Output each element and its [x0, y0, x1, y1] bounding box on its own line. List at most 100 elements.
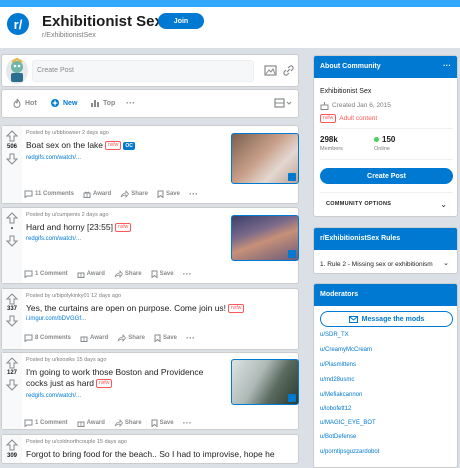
- community-options[interactable]: COMMUNITY OPTIONS: [326, 201, 391, 207]
- comments-button[interactable]: 11 Comments: [24, 190, 74, 198]
- moderator-link[interactable]: u/md28usmc: [320, 377, 354, 383]
- moderator-link[interactable]: u/BotDefense: [320, 434, 356, 440]
- post-card[interactable]: 127 Posted by u/koosiks 15 days ago I'm …: [1, 352, 299, 430]
- share-button[interactable]: Share: [114, 270, 142, 278]
- more-options[interactable]: ···: [189, 189, 198, 199]
- post-title-text[interactable]: Boat sex on the lake: [26, 140, 103, 150]
- upvote-icon[interactable]: [6, 439, 18, 451]
- post-card[interactable]: • Posted by u/cumpenis 2 days ago Hard a…: [1, 207, 299, 284]
- layout-switcher[interactable]: [274, 98, 292, 108]
- rule-item[interactable]: 1. Rule 2 - Missing sex or exhibitionism: [320, 261, 433, 268]
- comments-label: 8 Comments: [35, 335, 72, 341]
- moderator-link[interactable]: u/CreamyMcCream: [320, 347, 372, 353]
- sort-hot[interactable]: Hot: [12, 98, 37, 108]
- post-thumbnail[interactable]: [231, 359, 299, 405]
- award-button[interactable]: Award: [77, 419, 105, 427]
- upvote-icon[interactable]: [6, 212, 18, 224]
- nsfw-tag: nsfw: [228, 304, 245, 314]
- more-options[interactable]: ···: [183, 418, 192, 428]
- downvote-icon[interactable]: [6, 235, 18, 247]
- create-post-input[interactable]: Create Post: [32, 60, 254, 82]
- award-label: Award: [86, 271, 105, 277]
- more-options[interactable]: ···: [183, 269, 192, 279]
- upvote-icon[interactable]: [6, 357, 18, 369]
- link-icon[interactable]: [282, 64, 295, 77]
- downvote-icon[interactable]: [6, 153, 18, 165]
- post-title[interactable]: I'm going to work those Boston and Provi…: [26, 367, 221, 389]
- post-title-text[interactable]: Forgot to bring food for the beach.. So …: [26, 449, 275, 459]
- sort-new-label: New: [63, 99, 78, 107]
- moderator-link[interactable]: u/porntipsguzzardobot: [320, 449, 379, 455]
- comments-button[interactable]: 8 Comments: [24, 334, 71, 342]
- bookmark-icon: [151, 419, 158, 427]
- award-button[interactable]: Award: [77, 270, 105, 278]
- chevron-down-icon[interactable]: ⌄: [443, 259, 449, 267]
- post-title-text[interactable]: I'm going to work those Boston and Provi…: [26, 367, 203, 388]
- share-button[interactable]: Share: [114, 419, 142, 427]
- award-button[interactable]: Award: [83, 190, 111, 198]
- post-meta[interactable]: Posted by u/cumpenis 2 days ago: [26, 212, 109, 218]
- create-post-bar: Create Post: [1, 54, 299, 87]
- post-title[interactable]: Forgot to bring food for the beach.. So …: [26, 449, 275, 460]
- downvote-icon[interactable]: [6, 379, 18, 391]
- sidebar-create-post-button[interactable]: Create Post: [320, 168, 453, 184]
- user-avatar[interactable]: [6, 58, 28, 84]
- save-button[interactable]: Save: [151, 270, 174, 278]
- post-card[interactable]: 506 Posted by u/bbbowser 2 days ago Boat…: [1, 125, 299, 204]
- save-button[interactable]: Save: [154, 334, 177, 342]
- save-button[interactable]: Save: [157, 190, 180, 198]
- post-title-text[interactable]: Hard and horny [23:55]: [26, 222, 113, 232]
- comments-button[interactable]: 1 Comment: [24, 419, 68, 427]
- post-meta[interactable]: Posted by u/bbbowser 2 days ago: [26, 130, 109, 136]
- post-thumbnail[interactable]: [231, 133, 299, 184]
- award-button[interactable]: Award: [80, 334, 108, 342]
- image-upload-icon[interactable]: [264, 64, 277, 77]
- share-button[interactable]: Share: [117, 334, 145, 342]
- divider: [320, 192, 453, 193]
- post-meta[interactable]: Posted by u/koosiks 15 days ago: [26, 357, 106, 363]
- vote-column: 506: [2, 126, 22, 203]
- moderator-link[interactable]: u/MAGIC_EYE_BOT: [320, 420, 376, 426]
- comments-button[interactable]: 1 Comment: [24, 270, 68, 278]
- about-more-options[interactable]: ···: [443, 61, 451, 70]
- downvote-icon[interactable]: [6, 315, 18, 327]
- upvote-icon[interactable]: [6, 130, 18, 142]
- post-title[interactable]: Boat sex on the lake nsfw OC: [26, 140, 135, 151]
- share-icon: [120, 190, 130, 198]
- moderator-link[interactable]: u/Mefiakcannon: [320, 392, 362, 398]
- comment-icon: [24, 270, 33, 278]
- post-link[interactable]: redgifs.com/watch/...: [26, 155, 81, 161]
- cake-icon: [320, 102, 329, 110]
- sort-top[interactable]: Top: [90, 98, 115, 108]
- post-card[interactable]: 337 Posted by u/bipolykinky01 12 days ag…: [1, 288, 299, 350]
- about-community-title: About Community: [320, 63, 381, 70]
- about-community-widget: About Community ··· Exhibitionist Sex Cre…: [313, 55, 458, 217]
- post-title[interactable]: Hard and horny [23:55] nsfw: [26, 222, 132, 233]
- post-score: 337: [6, 306, 17, 312]
- share-button[interactable]: Share: [120, 190, 148, 198]
- sort-new[interactable]: New: [50, 98, 77, 108]
- moderator-link[interactable]: u/lobofett12: [320, 406, 351, 412]
- join-button[interactable]: Join: [158, 13, 204, 29]
- chevron-down-icon[interactable]: ⌄: [440, 200, 447, 209]
- upvote-icon[interactable]: [6, 293, 18, 305]
- post-link[interactable]: i.imgur.com/bDVGGf...: [26, 316, 86, 322]
- post-meta[interactable]: Posted by u/bipolykinky01 12 days ago: [26, 293, 121, 299]
- post-thumbnail[interactable]: [231, 215, 299, 261]
- post-link[interactable]: redgifs.com/watch/...: [26, 236, 81, 242]
- post-title[interactable]: Yes, the curtains are open on purpose. C…: [26, 303, 245, 314]
- moderator-link[interactable]: u/Plasmittens: [320, 362, 356, 368]
- moderators-header: Moderators: [314, 284, 457, 306]
- save-button[interactable]: Save: [151, 419, 174, 427]
- sort-more[interactable]: ···: [126, 98, 135, 108]
- subreddit-icon: r/: [5, 11, 31, 37]
- post-title-text[interactable]: Yes, the curtains are open on purpose. C…: [26, 303, 226, 313]
- share-label: Share: [131, 191, 148, 197]
- message-mods-button[interactable]: Message the mods: [320, 311, 453, 327]
- post-link[interactable]: redgifs.com/watch/...: [26, 393, 81, 399]
- more-options[interactable]: ···: [186, 333, 195, 343]
- moderator-link[interactable]: u/SDR_TX: [320, 332, 349, 338]
- post-meta[interactable]: Posted by u/coldnorthcouple 15 days ago: [26, 439, 127, 445]
- save-label: Save: [159, 271, 174, 277]
- community-created-label: Created Jan 6, 2015: [332, 102, 391, 109]
